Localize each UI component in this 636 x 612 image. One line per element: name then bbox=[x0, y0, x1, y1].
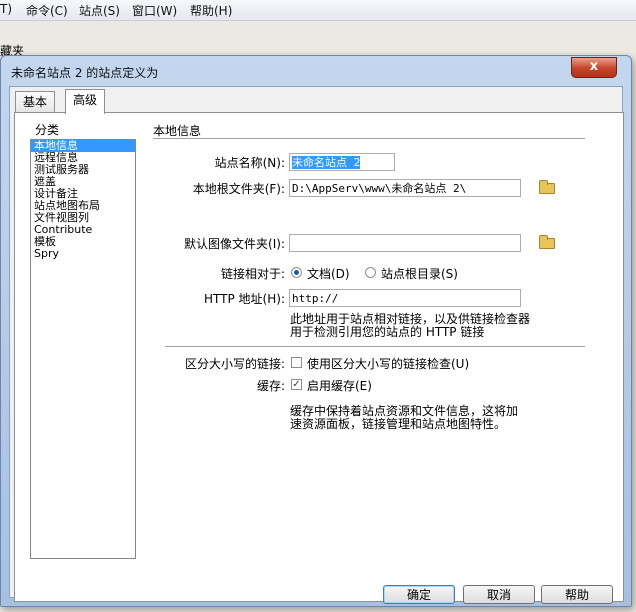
close-icon: x bbox=[589, 59, 599, 74]
section-title: 本地信息 bbox=[153, 124, 202, 138]
local-root-label: 本地根文件夹(F): bbox=[192, 182, 285, 196]
radio-document[interactable] bbox=[291, 267, 302, 278]
category-item-contribute[interactable]: Contribute bbox=[31, 224, 135, 236]
radio-site-root[interactable] bbox=[365, 267, 376, 278]
http-address-value: http:// bbox=[292, 292, 339, 305]
http-address-label: HTTP 地址(H): bbox=[204, 292, 285, 306]
radio-site-root-label[interactable]: 站点根目录(S) bbox=[381, 265, 458, 282]
default-images-label: 默认图像文件夹(I): bbox=[184, 237, 285, 251]
advanced-panel: 分类 本地信息 远程信息 测试服务器 遮盖 设计备注 站点地图布局 文件视图列 … bbox=[14, 112, 624, 604]
default-images-input[interactable] bbox=[289, 234, 521, 252]
tab-advanced[interactable]: 高级 bbox=[65, 89, 106, 114]
category-item-remote-info[interactable]: 远程信息 bbox=[31, 152, 135, 164]
tab-basic-label: 基本 bbox=[23, 95, 48, 109]
menu-item-help[interactable]: 帮助(H) bbox=[190, 2, 232, 19]
local-root-input[interactable]: D:\AppServ\www\未命名站点 2\ bbox=[289, 179, 521, 197]
options-divider bbox=[165, 346, 585, 347]
menu-item-partial[interactable]: T) bbox=[0, 2, 12, 16]
category-item-testing-server[interactable]: 测试服务器 bbox=[31, 164, 135, 176]
enable-cache-option[interactable]: 启用缓存(E) bbox=[307, 377, 372, 394]
dialog-client: 基本 高级 分类 本地信息 远程信息 测试服务器 遮盖 设计备注 站点地图布局 … bbox=[9, 86, 624, 604]
category-item-file-view-columns[interactable]: 文件视图列 bbox=[31, 212, 135, 224]
menu-item-window[interactable]: 窗口(W) bbox=[132, 2, 177, 19]
site-name-value: 未命名站点 2 bbox=[292, 156, 361, 169]
cancel-button[interactable]: 取消 bbox=[463, 585, 535, 604]
cache-note: 缓存中保持着站点资源和文件信息，这将加速资源面板，链接管理和站点地图特性。 bbox=[290, 404, 519, 431]
site-name-input[interactable]: 未命名站点 2 bbox=[289, 153, 395, 171]
cache-label: 缓存: bbox=[256, 379, 285, 393]
site-name-label: 站点名称(N): bbox=[214, 156, 285, 170]
app-menubar: T) 命令(C) 站点(S) 窗口(W) 帮助(H) bbox=[0, 0, 636, 21]
help-button-label: 帮助 bbox=[564, 588, 589, 602]
radio-document-label[interactable]: 文档(D) bbox=[307, 265, 350, 282]
category-item-cloaking[interactable]: 遮盖 bbox=[31, 176, 135, 188]
browse-folder-icon[interactable] bbox=[539, 180, 555, 194]
http-address-input[interactable]: http:// bbox=[289, 289, 521, 307]
category-item-templates[interactable]: 模板 bbox=[31, 236, 135, 248]
close-button[interactable]: x bbox=[571, 57, 617, 78]
ok-button-label: 确定 bbox=[406, 588, 431, 602]
category-label: 分类 bbox=[35, 123, 60, 137]
http-address-note: 此地址用于站点相对链接，以及供链接检查器用于检测引用您的站点的 HTTP 链接 bbox=[290, 312, 531, 339]
local-root-value: D:\AppServ\www\未命名站点 2\ bbox=[292, 182, 467, 195]
site-definition-dialog: 未命名站点 2 的站点定义为 x 基本 高级 分类 本地信息 远程信息 测试服务… bbox=[0, 55, 632, 607]
case-sensitive-checkbox[interactable] bbox=[291, 357, 302, 368]
cancel-button-label: 取消 bbox=[486, 588, 511, 602]
category-item-design-notes[interactable]: 设计备注 bbox=[31, 188, 135, 200]
dialog-titlebar[interactable]: 未命名站点 2 的站点定义为 x bbox=[1, 56, 631, 86]
links-relative-label: 链接相对于: bbox=[220, 267, 285, 281]
category-list[interactable]: 本地信息 远程信息 测试服务器 遮盖 设计备注 站点地图布局 文件视图列 Con… bbox=[30, 139, 136, 559]
dialog-title: 未命名站点 2 的站点定义为 bbox=[11, 66, 159, 80]
menu-item-command[interactable]: 命令(C) bbox=[26, 2, 68, 19]
category-item-local-info[interactable]: 本地信息 bbox=[31, 140, 135, 152]
section-divider bbox=[153, 138, 585, 139]
tab-advanced-label: 高级 bbox=[73, 93, 98, 107]
case-sensitive-option[interactable]: 使用区分大小写的链接检查(U) bbox=[307, 355, 469, 372]
checkmark-icon: ✓ bbox=[292, 379, 301, 390]
tab-basic[interactable]: 基本 bbox=[15, 91, 56, 112]
enable-cache-checkbox[interactable]: ✓ bbox=[291, 379, 302, 390]
help-button[interactable]: 帮助 bbox=[541, 585, 613, 604]
menu-item-site[interactable]: 站点(S) bbox=[79, 2, 120, 19]
case-sensitive-label: 区分大小写的链接: bbox=[184, 357, 285, 371]
browse-images-folder-icon[interactable] bbox=[539, 235, 555, 249]
category-item-site-map-layout[interactable]: 站点地图布局 bbox=[31, 200, 135, 212]
ok-button[interactable]: 确定 bbox=[383, 585, 455, 604]
category-item-spry[interactable]: Spry bbox=[31, 248, 135, 260]
